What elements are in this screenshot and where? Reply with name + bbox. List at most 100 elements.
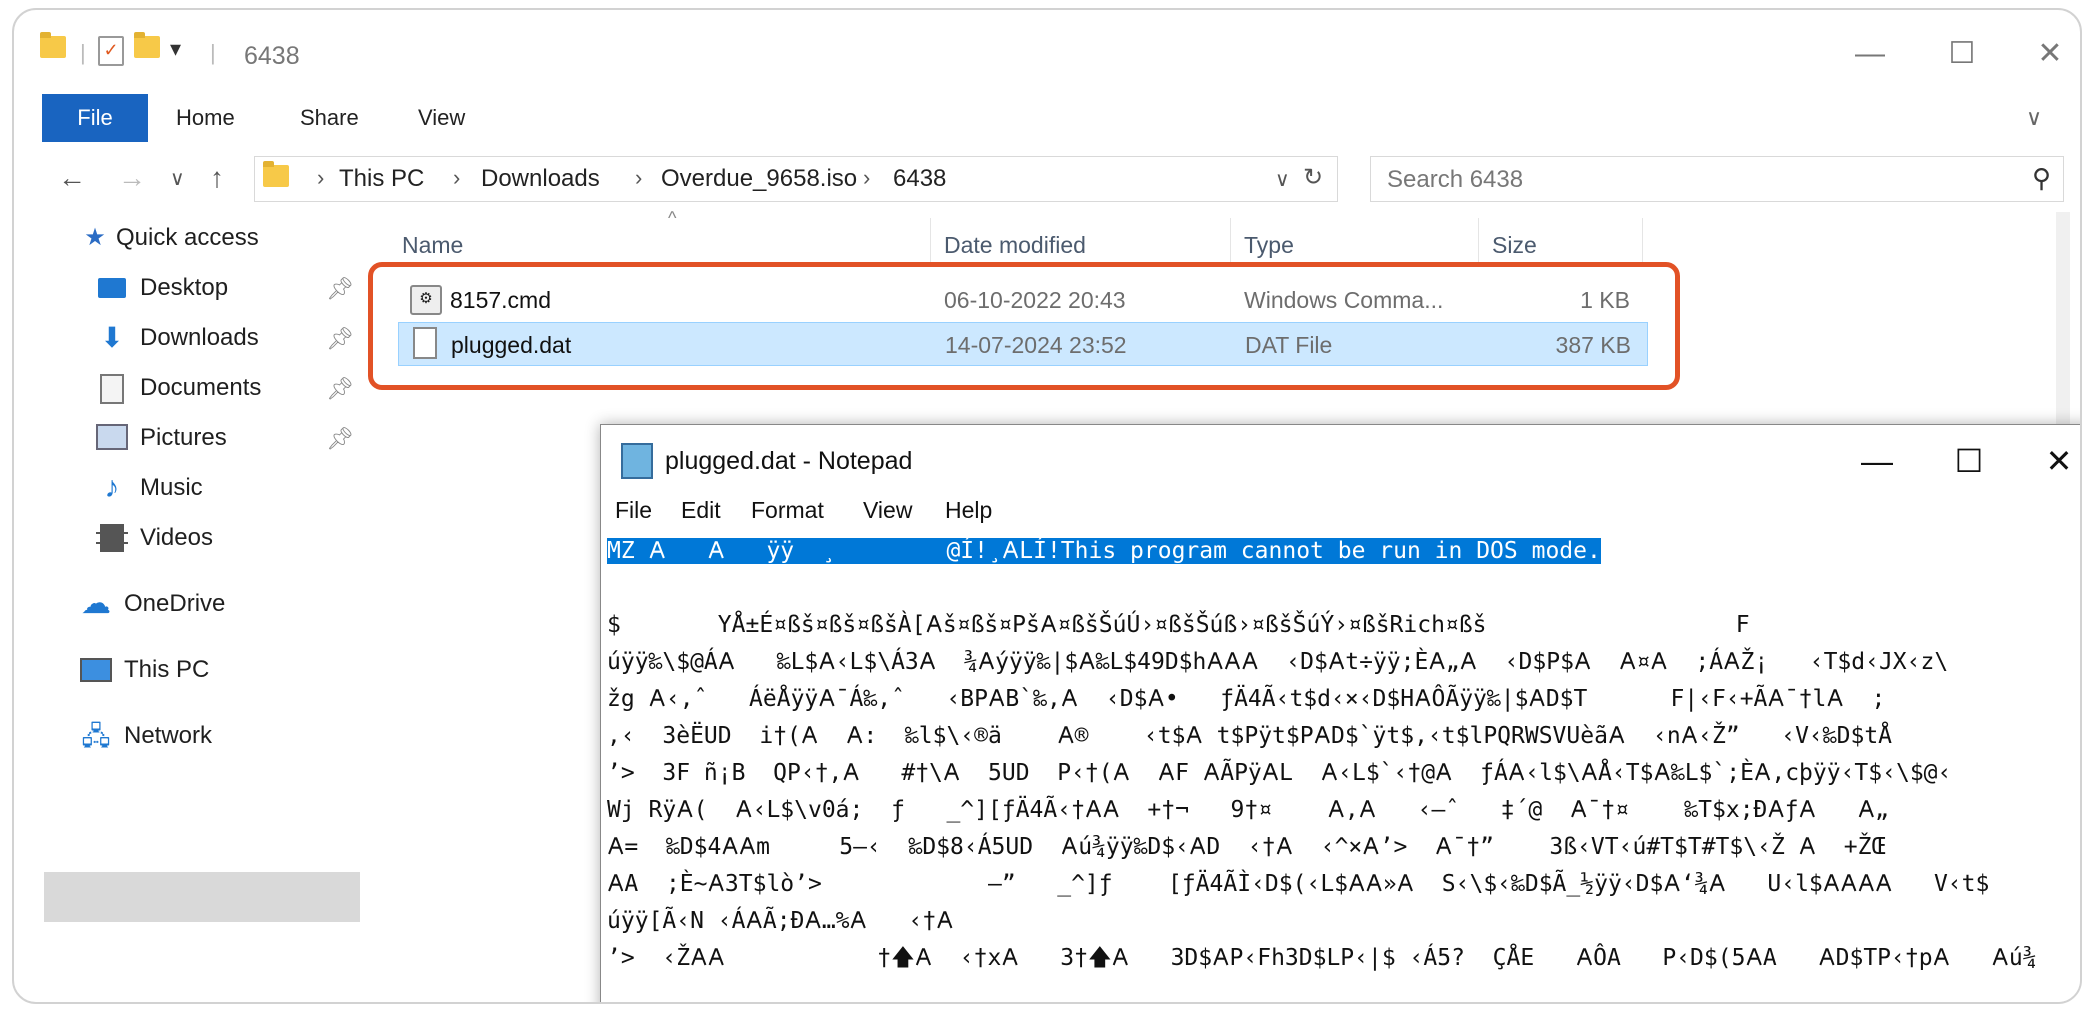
maximize-button[interactable]: ☐ — [1930, 36, 1994, 72]
film-strip-icon — [96, 524, 128, 552]
notepad-icon — [621, 443, 653, 479]
desktop-icon — [96, 274, 128, 302]
recent-locations-icon[interactable]: ∨ — [170, 166, 185, 191]
address-dropdown-icon[interactable]: ∨ — [1275, 167, 1290, 192]
sidebar-item-label: Videos — [140, 524, 213, 551]
sidebar-item-label: Quick access — [116, 224, 259, 251]
menu-file[interactable]: File — [615, 497, 652, 524]
sidebar-item-quick-access[interactable]: ★ Quick access — [82, 216, 259, 260]
sidebar-item-label: Music — [140, 474, 203, 501]
text-line: ’> ‹Ž𐌀𐌀 †🡅𐌀 ‹†x𐌀 3†🡅𐌀 3D$𐌀P‹Fh3D$LP‹|$ ‹… — [607, 945, 2037, 971]
sidebar-item-label: Downloads — [140, 324, 259, 351]
properties-icon[interactable]: ✓ — [98, 36, 124, 66]
sidebar-item-desktop[interactable]: Desktop — [96, 266, 228, 310]
sidebar-item-videos[interactable]: Videos — [96, 516, 213, 560]
sidebar-item-label: Pictures — [140, 424, 227, 451]
notepad-text-area[interactable]: MZ 𐌀 𐌀 ÿÿ ¸ @Í!¸𐌀LÍ!This program cannot … — [607, 533, 2080, 1002]
search-icon[interactable]: ⚲ — [2032, 163, 2051, 194]
window-title: 6438 — [244, 42, 300, 70]
close-button[interactable]: ✕ — [2018, 36, 2080, 72]
column-divider[interactable] — [1478, 218, 1479, 264]
text-line: žg 𐌀‹,ˆ ÁëÅÿÿ𐌀¯Á‰,ˆ ‹BP𐌀B`‰,𐌀 ‹D$𐌀• ƒÄ4Ã… — [607, 686, 1886, 712]
tab-share[interactable]: Share — [300, 94, 359, 142]
up-arrow-icon[interactable]: ↑ — [210, 162, 224, 194]
pin-icon[interactable]: 📌︎ — [326, 326, 354, 352]
sidebar-item-pictures[interactable]: Pictures — [96, 416, 227, 460]
star-icon: ★ — [84, 224, 106, 251]
sidebar-item-label: Network — [124, 722, 213, 749]
search-placeholder: Search 6438 — [1387, 166, 1524, 193]
sidebar-item-this-pc[interactable]: This PC — [80, 648, 209, 692]
text-line: ’> 3F ñ¡B QP‹†,𐌀 #†\𐌀 5UD P‹†(𐌀 𐌀F 𐌀ÃPÿ𐌀… — [607, 760, 1952, 786]
text-line: úÿÿ[Ã‹N ‹Á𐌀Ã;Ð𐌀…%𐌀 ‹†𐌀 — [607, 908, 954, 934]
folder-icon — [263, 161, 289, 192]
toolbar-divider: | — [80, 40, 86, 65]
pin-icon[interactable]: 📌︎ — [326, 376, 354, 402]
column-header-size[interactable]: Size — [1492, 232, 1537, 259]
menu-edit[interactable]: Edit — [681, 497, 721, 524]
column-divider[interactable] — [1230, 218, 1231, 264]
download-arrow-icon: ⬇ — [100, 322, 124, 353]
breadcrumb-current[interactable]: 6438 — [893, 165, 946, 193]
this-pc-selection — [44, 872, 360, 922]
sidebar-item-music[interactable]: ♪ Music — [96, 466, 203, 510]
customize-toolbar-icon[interactable]: ▾ — [170, 36, 181, 62]
highlight-annotation-box — [368, 262, 1680, 390]
selected-text: MZ 𐌀 𐌀 ÿÿ ¸ @Í!¸𐌀LÍ!This program cannot … — [607, 538, 1601, 564]
ribbon-tabs: File Home Share View ∨ — [30, 94, 2070, 142]
breadcrumb-separator: › — [863, 165, 871, 190]
document-icon — [96, 374, 128, 404]
refresh-icon[interactable]: ↻ — [1303, 163, 1323, 192]
column-header-name[interactable]: Name — [402, 232, 463, 259]
notepad-title: plugged.dat - Notepad — [665, 447, 913, 475]
back-arrow-icon[interactable]: ← — [58, 162, 86, 194]
menu-view[interactable]: View — [863, 497, 912, 524]
sidebar-item-network[interactable]: 🖧︎ Network — [80, 714, 213, 758]
search-input[interactable]: Search 6438 ⚲ — [1370, 156, 2064, 202]
toolbar-divider: | — [210, 40, 216, 65]
sidebar-item-label: OneDrive — [124, 590, 226, 617]
breadcrumb-downloads[interactable]: Downloads — [481, 165, 600, 193]
sort-arrow-icon: ^ — [668, 208, 677, 228]
pictures-icon — [96, 424, 128, 452]
screenshot-frame: | ✓ ▾ | 6438 — ☐ ✕ File Home Share View … — [12, 8, 2082, 1004]
forward-arrow-icon[interactable]: → — [118, 162, 146, 194]
sidebar-item-label: This PC — [124, 656, 210, 683]
tab-view[interactable]: View — [418, 94, 465, 142]
notepad-maximize-button[interactable]: ☐ — [1939, 441, 1999, 481]
menu-help[interactable]: Help — [945, 497, 992, 524]
navigation-pane: ★ Quick access Desktop 📌︎ ⬇ Downloads 📌︎… — [30, 212, 360, 982]
breadcrumb-iso[interactable]: Overdue_9658.iso — [661, 165, 857, 193]
column-header-type[interactable]: Type — [1244, 232, 1294, 259]
column-divider[interactable] — [930, 218, 931, 264]
tab-home[interactable]: Home — [176, 94, 235, 142]
pin-icon[interactable]: 📌︎ — [326, 426, 354, 452]
explorer-titlebar: | ✓ ▾ | 6438 — ☐ ✕ — [30, 22, 2070, 76]
menu-format[interactable]: Format — [751, 497, 824, 524]
text-line: ,‹ 3èËUD i†(𐌀 𐌀: ‰l$\‹®ä 𐌀® ‹t$𐌀 t$Pÿt$P… — [607, 723, 1893, 749]
sidebar-item-label: Desktop — [140, 274, 229, 301]
sidebar-item-documents[interactable]: Documents — [96, 366, 261, 410]
minimize-button[interactable]: — — [1838, 36, 1902, 72]
cloud-icon: ☁ — [81, 587, 111, 620]
notepad-close-button[interactable]: ✕ — [2029, 441, 2080, 481]
new-folder-icon[interactable] — [134, 32, 160, 58]
breadcrumb-this-pc[interactable]: This PC — [339, 165, 424, 193]
text-line: 𐌀A ;È~𐌀3T$lò’> –” _^]ƒ [ƒÄ4ÃÌ‹D$(‹L$𐌀𐌀»𐌀… — [607, 871, 1990, 897]
text-line: $ YÅ±É¤ßš¤ßš¤ßšÀ[𐌀š¤ßš¤Pš𐌀¤ßšŠúÚ›¤ßšŠúß›… — [607, 612, 1750, 638]
folder-icon — [40, 32, 66, 58]
address-row: ← → ∨ ↑ › This PC › Downloads › Overdue_… — [30, 154, 2070, 204]
tab-file[interactable]: File — [42, 94, 148, 142]
sidebar-item-onedrive[interactable]: ☁ OneDrive — [80, 582, 225, 626]
breadcrumb-separator: › — [635, 165, 643, 190]
column-header-date[interactable]: Date modified — [944, 232, 1086, 259]
notepad-minimize-button[interactable]: — — [1847, 441, 1907, 481]
address-bar[interactable]: › This PC › Downloads › Overdue_9658.iso… — [254, 156, 1338, 202]
text-line: Wj Rÿ𐌀( 𐌀‹L$\v0á; ƒ _^][ƒÄ4Ã‹†𐌀𐌀 +†¬ 9†¤… — [607, 797, 1889, 823]
expand-ribbon-icon[interactable]: ∨ — [2026, 94, 2042, 142]
column-divider[interactable] — [1642, 218, 1643, 264]
notepad-window: plugged.dat - Notepad — ☐ ✕ File Edit Fo… — [600, 424, 2080, 1002]
sidebar-item-downloads[interactable]: ⬇ Downloads — [96, 316, 259, 360]
breadcrumb-separator: › — [453, 165, 461, 190]
pin-icon[interactable]: 📌︎ — [326, 276, 354, 302]
